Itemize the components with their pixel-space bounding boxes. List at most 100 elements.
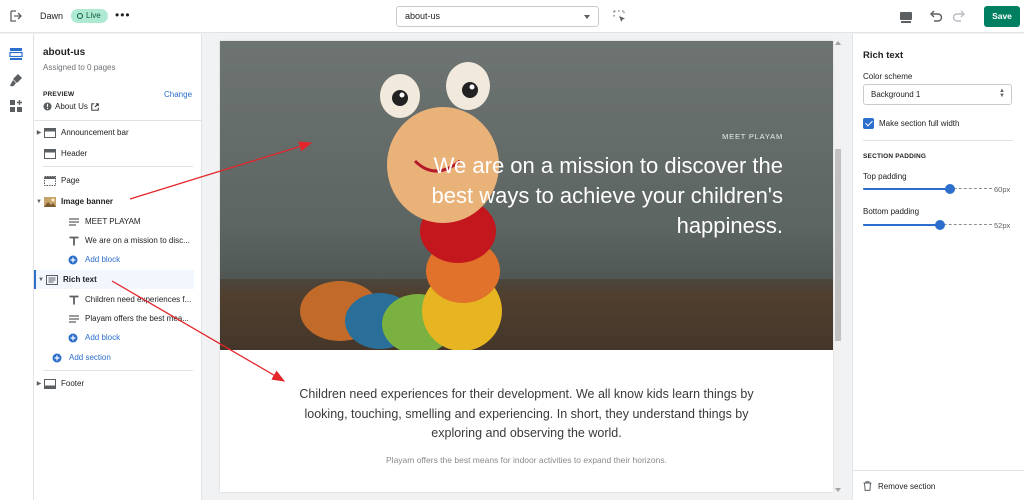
scrollbar-thumb[interactable]	[835, 149, 841, 341]
add-section-button[interactable]: Add section	[34, 348, 202, 367]
top-padding-value: 60px	[994, 185, 1011, 194]
rich-text-icon	[46, 274, 58, 285]
remove-section-button[interactable]: Remove section	[863, 481, 935, 491]
divider	[863, 140, 1013, 141]
text-lines-icon	[69, 217, 79, 226]
exit-icon[interactable]	[9, 9, 23, 23]
add-block-label: Add block	[85, 333, 121, 342]
preview-scrollbar[interactable]	[834, 41, 842, 492]
brush-icon[interactable]	[9, 73, 23, 87]
section-header[interactable]: Header	[34, 144, 202, 163]
section-label: Rich text	[63, 275, 97, 284]
settings-title: Rich text	[863, 50, 904, 61]
expand-arrow-icon[interactable]: ▶	[34, 129, 44, 136]
top-padding-label: Top padding	[863, 172, 907, 181]
banner-eyebrow: MEET PLAYAM	[722, 132, 783, 141]
undo-icon[interactable]	[928, 8, 944, 24]
block-label: MEET PLAYAM	[85, 217, 141, 226]
block-children-text[interactable]: Children need experiences f...	[34, 290, 202, 309]
collapse-arrow-icon[interactable]: ▼	[34, 199, 44, 205]
remove-section-label: Remove section	[878, 481, 936, 491]
block-label: Children need experiences f...	[85, 295, 192, 304]
section-label: Footer	[61, 379, 85, 388]
page-template-select[interactable]: about-us	[396, 6, 599, 27]
divider	[34, 120, 202, 121]
slider-fill	[863, 223, 940, 226]
sections-panel: about-us Assigned to 0 pages PREVIEW Cha…	[34, 34, 202, 500]
color-scheme-label: Color scheme	[863, 72, 913, 81]
collapse-arrow-icon[interactable]: ▼	[36, 277, 46, 283]
add-block-button[interactable]: Add block	[34, 250, 202, 269]
save-button[interactable]: Save	[984, 6, 1020, 27]
section-rich-text[interactable]: ▼ Rich text	[34, 270, 194, 289]
icon-rail	[0, 34, 34, 500]
scroll-up-icon[interactable]	[835, 41, 841, 45]
text-lines-icon	[69, 314, 79, 323]
inspector-icon[interactable]	[613, 10, 627, 24]
sections-icon[interactable]	[9, 47, 23, 61]
template-title: about-us	[43, 47, 86, 58]
section-label: Announcement bar	[61, 128, 129, 137]
section-page[interactable]: Page	[34, 171, 202, 190]
header-icon	[44, 148, 56, 159]
section-label: Page	[61, 176, 80, 185]
bottom-padding-label: Bottom padding	[863, 207, 920, 216]
footer-icon	[44, 378, 56, 389]
block-headline[interactable]: We are on a mission to disc...	[34, 231, 202, 250]
page-template-select-value: about-us	[405, 11, 441, 21]
slider-handle[interactable]	[945, 184, 955, 194]
slider-fill	[863, 187, 950, 190]
bottom-padding-slider[interactable]	[863, 220, 992, 230]
storefront-preview: MEET PLAYAM We are on a mission to disco…	[220, 41, 833, 492]
desktop-icon[interactable]	[898, 9, 914, 25]
block-label: We are on a mission to disc...	[85, 236, 190, 245]
full-width-checkbox[interactable]: Make section full width	[863, 118, 959, 129]
color-scheme-select[interactable]: Background 1 ▲ ▼	[863, 84, 1012, 105]
top-bar: Dawn Live ••• about-us Save	[0, 0, 1024, 33]
divider	[853, 470, 1024, 471]
rich-text-section[interactable]: Children need experiences for their deve…	[220, 350, 833, 492]
plus-circle-icon	[68, 255, 78, 264]
color-scheme-value: Background 1	[871, 90, 921, 99]
section-image-banner[interactable]: ▼ Image banner	[34, 192, 202, 211]
announcement-bar-icon	[44, 127, 56, 138]
apps-icon[interactable]	[9, 99, 23, 113]
preview-page[interactable]: About Us	[43, 102, 99, 111]
add-block-button[interactable]: Add block	[34, 328, 202, 347]
bottom-padding-value: 52px	[994, 221, 1011, 230]
checkbox-checked-icon[interactable]	[863, 118, 874, 129]
external-link-icon	[91, 102, 99, 111]
rich-text-caption: Playam offers the best means for indoor …	[386, 455, 667, 465]
heading-icon	[69, 236, 79, 245]
rich-text-paragraph: Children need experiences for their deve…	[299, 387, 754, 440]
image-banner-icon	[44, 196, 56, 207]
image-banner-section[interactable]: MEET PLAYAM We are on a mission to disco…	[220, 41, 833, 350]
slider-handle[interactable]	[935, 220, 945, 230]
chevron-down-icon	[584, 15, 590, 19]
more-actions-button[interactable]: •••	[115, 8, 131, 22]
page-icon	[44, 175, 56, 186]
expand-arrow-icon[interactable]: ▶	[34, 380, 44, 387]
divider	[43, 370, 193, 371]
status-badge-label: Live	[86, 11, 101, 20]
banner-headline: We are on a mission to discover the best…	[431, 153, 783, 238]
block-meet-playam[interactable]: MEET PLAYAM	[34, 212, 202, 231]
plus-circle-icon	[52, 353, 62, 362]
change-preview-link[interactable]: Change	[164, 90, 192, 99]
info-icon	[43, 102, 52, 111]
block-label: Playam offers the best mea...	[85, 314, 189, 323]
section-footer[interactable]: ▶ Footer	[34, 374, 202, 393]
section-announcement-bar[interactable]: ▶ Announcement bar	[34, 123, 202, 142]
section-label: Header	[61, 149, 88, 158]
redo-icon[interactable]	[951, 8, 967, 24]
preview-header: PREVIEW	[43, 91, 75, 98]
block-playam-text[interactable]: Playam offers the best mea...	[34, 309, 202, 328]
top-padding-slider[interactable]	[863, 184, 992, 194]
plus-circle-icon	[68, 333, 78, 342]
scroll-down-icon[interactable]	[835, 488, 841, 492]
status-badge: Live	[71, 9, 108, 23]
settings-panel: Rich text Color scheme Background 1 ▲ ▼ M…	[852, 34, 1024, 500]
section-label: Image banner	[61, 197, 114, 206]
add-block-label: Add block	[85, 255, 121, 264]
theme-name: Dawn	[40, 11, 64, 21]
